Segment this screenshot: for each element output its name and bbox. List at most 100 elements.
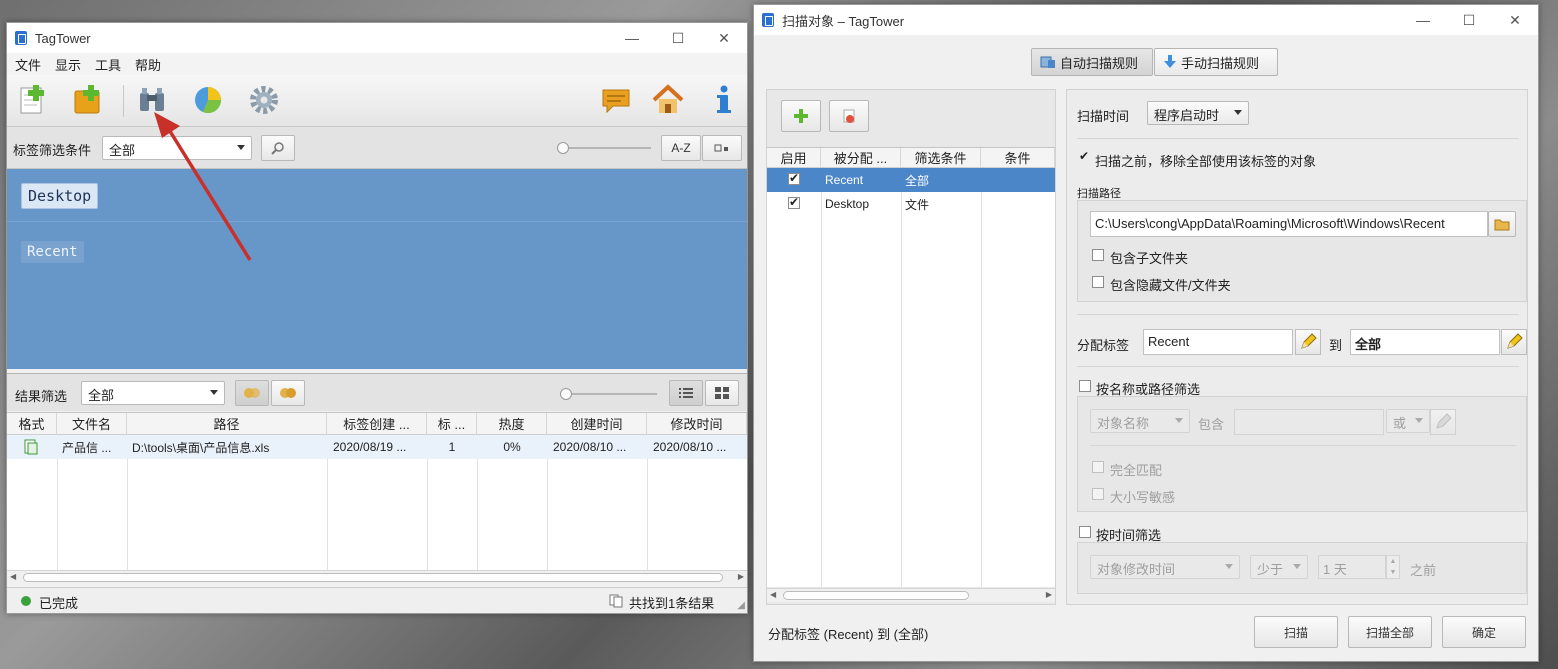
col-header-filename[interactable]: 文件名 xyxy=(57,413,127,435)
tag-filter-label: 标签筛选条件 xyxy=(13,143,92,158)
tag-size-slider[interactable] xyxy=(557,142,569,154)
tab-manual-scan[interactable]: 手动扫描规则 xyxy=(1154,48,1278,76)
scan-all-button[interactable]: 扫描全部 xyxy=(1348,616,1432,648)
col-divider xyxy=(901,168,902,588)
col-header-format[interactable]: 格式 xyxy=(7,413,57,435)
minimize-button[interactable]: — xyxy=(609,23,655,53)
rule-col-filter[interactable]: 筛选条件 xyxy=(901,148,981,168)
close-button[interactable]: ✕ xyxy=(1492,5,1538,35)
scroll-thumb[interactable] xyxy=(783,591,969,600)
rule-row-selected[interactable]: Recent 全部 xyxy=(767,168,1055,192)
col-header-tag-created[interactable]: 标签创建 ... xyxy=(327,413,427,435)
case-sensitive-checkbox[interactable] xyxy=(1092,488,1104,500)
or-filter-button[interactable] xyxy=(271,380,305,406)
info-icon[interactable] xyxy=(707,83,741,117)
or-select[interactable]: 或 xyxy=(1386,409,1430,433)
tab-auto-scan[interactable]: 自动扫描规则 xyxy=(1031,48,1153,76)
rule-col-enabled[interactable]: 启用 xyxy=(767,148,821,168)
col-header-heat[interactable]: 热度 xyxy=(477,413,547,435)
add-rule-button[interactable] xyxy=(781,100,821,132)
maximize-button[interactable]: ☐ xyxy=(655,23,701,53)
close-button[interactable]: ✕ xyxy=(701,23,747,53)
assign-tag-input[interactable]: Recent xyxy=(1143,329,1293,355)
speech-bubble-icon[interactable] xyxy=(599,83,633,117)
sort-az-button[interactable]: A-Z xyxy=(661,135,701,161)
toolbar-separator xyxy=(123,85,124,117)
edit-target-button[interactable] xyxy=(1501,329,1527,355)
pencil-icon xyxy=(1436,413,1452,429)
scroll-right-icon[interactable]: ▶ xyxy=(738,572,744,581)
rule-col-tag[interactable]: 被分配 ... xyxy=(821,148,901,168)
new-icon[interactable] xyxy=(15,83,49,117)
col-header-path[interactable]: 路径 xyxy=(127,413,327,435)
col-header-tag-count[interactable]: 标 ... xyxy=(427,413,477,435)
scan-time-label: 扫描时间 xyxy=(1077,109,1130,124)
col-header-created[interactable]: 创建时间 xyxy=(547,413,647,435)
time-compare-select[interactable]: 少于 xyxy=(1250,555,1308,579)
or-value: 或 xyxy=(1393,416,1407,431)
tag-search-button[interactable] xyxy=(261,135,295,161)
edit-tag-button[interactable] xyxy=(1295,329,1321,355)
rule-row[interactable]: Desktop 文件 xyxy=(767,192,1055,216)
time-filter-checkbox[interactable] xyxy=(1079,526,1091,538)
name-field-select[interactable]: 对象名称 xyxy=(1090,409,1190,433)
edit-name-filter-button[interactable] xyxy=(1430,409,1456,435)
tag-layout-button[interactable] xyxy=(702,135,742,161)
result-size-slider[interactable] xyxy=(560,388,572,400)
exact-match-checkbox[interactable] xyxy=(1092,461,1104,473)
remove-before-scan-label: 扫描之前，移除全部使用该标签的对象 xyxy=(1095,154,1317,169)
menu-file[interactable]: 文件 xyxy=(15,55,41,74)
col-header-modified[interactable]: 修改时间 xyxy=(647,413,747,435)
rule-hscrollbar[interactable]: ◀ ▶ xyxy=(767,588,1055,602)
scan-path-input[interactable]: C:\Users\cong\AppData\Roaming\Microsoft\… xyxy=(1090,211,1488,237)
name-filter-checkbox[interactable] xyxy=(1079,380,1091,392)
col-divider xyxy=(981,168,982,588)
rule-tag: Desktop xyxy=(825,197,870,211)
resize-grip-icon[interactable]: ◢ xyxy=(737,600,745,611)
rule-col-condition[interactable]: 条件 xyxy=(981,148,1055,168)
include-subfolders-checkbox[interactable] xyxy=(1092,249,1104,261)
grid-view-button[interactable] xyxy=(705,380,739,406)
minimize-button[interactable]: — xyxy=(1400,5,1446,35)
scan-time-select[interactable]: 程序启动时 xyxy=(1147,101,1249,125)
include-hidden-checkbox[interactable] xyxy=(1092,276,1104,288)
tag-filter-bar: 标签筛选条件 全部 A-Z xyxy=(7,127,747,169)
maximize-button[interactable]: ☐ xyxy=(1446,5,1492,35)
rule-filter: 全部 xyxy=(905,173,930,188)
browse-folder-button[interactable] xyxy=(1488,211,1516,237)
scroll-right-icon[interactable]: ▶ xyxy=(1046,590,1052,599)
time-amount-spinner[interactable]: ▲ ▼ xyxy=(1386,555,1400,579)
footer-summary: 分配标签 (Recent) 到 (全部) xyxy=(768,627,929,642)
remove-rule-button[interactable] xyxy=(829,100,869,132)
menu-help[interactable]: 帮助 xyxy=(135,55,161,74)
include-subfolders-label: 包含子文件夹 xyxy=(1110,251,1189,266)
time-amount-input[interactable]: 1 天 xyxy=(1318,555,1386,579)
table-row[interactable]: 产品信 ... D:\tools\桌面\产品信息.xls 2020/08/19 … xyxy=(7,435,747,459)
scroll-left-icon[interactable]: ◀ xyxy=(10,572,16,581)
remove-before-scan-checkbox[interactable] xyxy=(1079,149,1091,164)
ok-button[interactable]: 确定 xyxy=(1442,616,1526,648)
scroll-left-icon[interactable]: ◀ xyxy=(770,590,776,599)
and-filter-button[interactable] xyxy=(235,380,269,406)
tag-recent[interactable]: Recent xyxy=(21,241,84,263)
results-filter-select[interactable]: 全部 xyxy=(81,381,225,405)
list-view-button[interactable] xyxy=(669,380,703,406)
rule-enabled-checkbox[interactable] xyxy=(788,195,800,209)
scroll-thumb[interactable] xyxy=(23,573,723,582)
menu-tools[interactable]: 工具 xyxy=(95,55,121,74)
contains-input[interactable] xyxy=(1234,409,1384,435)
scan-button[interactable]: 扫描 xyxy=(1254,616,1338,648)
home-icon[interactable] xyxy=(651,83,685,117)
menu-view[interactable]: 显示 xyxy=(55,55,81,74)
main-window: TagTower — ☐ ✕ 文件 显示 工具 帮助 标签筛选条件 全部 A-Z… xyxy=(6,22,748,614)
add-folder-icon[interactable] xyxy=(71,83,105,117)
row-path: D:\tools\桌面\产品信息.xls xyxy=(132,440,270,455)
tag-desktop[interactable]: Desktop xyxy=(21,183,99,209)
results-hscrollbar[interactable]: ◀ ▶ xyxy=(7,570,747,584)
assign-target-input[interactable]: 全部 xyxy=(1350,329,1500,355)
divider xyxy=(1077,366,1519,367)
time-field-select[interactable]: 对象修改时间 xyxy=(1090,555,1240,579)
rule-enabled-checkbox[interactable] xyxy=(788,171,800,185)
row-tag-created: 2020/08/19 ... xyxy=(333,440,407,454)
row-modified: 2020/08/10 ... xyxy=(653,440,727,454)
